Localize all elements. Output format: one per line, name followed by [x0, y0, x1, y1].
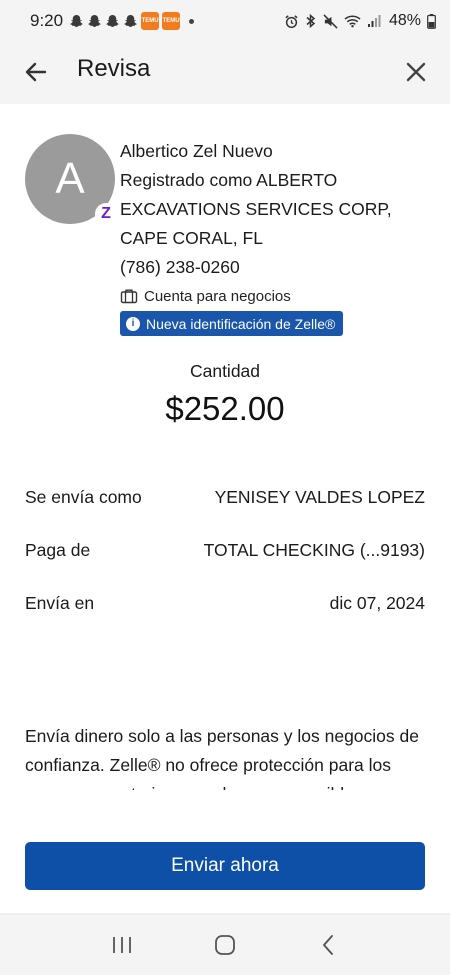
system-navigation-bar [0, 915, 450, 975]
recipient-name: Albertico Zel Nuevo [120, 141, 273, 161]
disclaimer-text: Envía dinero solo a las personas y los n… [25, 726, 419, 790]
alarm-icon [285, 14, 298, 28]
business-account-label: Cuenta para negocios [144, 287, 291, 305]
snapchat-icon [124, 14, 137, 27]
mute-icon [323, 13, 338, 29]
notification-icons: TEMU TEMU [69, 12, 195, 30]
recent-apps-icon [112, 937, 131, 953]
battery-icon [427, 13, 436, 29]
temu-icon: TEMU [141, 12, 160, 30]
detail-row-send-as: Se envía como YENISEY VALDES LOPEZ [25, 487, 425, 508]
system-status-icons: 48% [284, 12, 436, 30]
detail-label: Se envía como [25, 487, 142, 507]
home-icon [215, 935, 235, 955]
detail-value: TOTAL CHECKING (...9193) [203, 540, 425, 560]
snapchat-icon [70, 14, 83, 27]
amount-value: $252.00 [165, 390, 285, 427]
registered-as-line-1: Registrado como ALBERTO [120, 170, 338, 190]
status-bar: 9:20 TEMU TEMU 48% [0, 0, 450, 42]
registered-as-line-2: EXCAVATIONS SERVICES CORP, [120, 199, 392, 219]
amount-label: Cantidad [189, 361, 261, 381]
bluetooth-icon [306, 13, 316, 29]
back-arrow-icon[interactable] [22, 58, 50, 86]
chevron-left-icon [323, 935, 334, 955]
detail-value: YENISEY VALDES LOPEZ [214, 487, 425, 507]
system-back-button[interactable] [313, 930, 343, 960]
snapchat-icon [88, 14, 101, 27]
new-zelle-id-badge: i Nueva identificación de Zelle® [120, 311, 344, 336]
recipient-info: Albertico Zel Nuevo Registrado como ALBE… [120, 137, 430, 336]
zelle-badge-icon: Z [95, 203, 117, 225]
detail-row-pay-from: Paga de TOTAL CHECKING (...9193) [25, 540, 425, 561]
recipient-phone: (786) 238-0260 [120, 257, 240, 277]
battery-percentage: 48% [388, 12, 421, 29]
snapchat-icon [106, 14, 119, 27]
send-now-button[interactable]: Enviar ahora [25, 842, 425, 890]
page-title: Revisa [77, 55, 151, 82]
new-zelle-id-label: Nueva identificación de Zelle® [146, 315, 336, 332]
detail-label: Envía en [25, 593, 95, 613]
wifi-icon [344, 15, 361, 28]
info-icon: i [126, 316, 140, 331]
close-icon[interactable] [402, 58, 430, 86]
briefcase-icon [120, 289, 138, 304]
detail-value: dic 07, 2024 [329, 593, 425, 613]
business-account-row: Cuenta para negocios [120, 284, 430, 308]
detail-row-send-on: Envía en dic 07, 2024 [25, 593, 425, 614]
recipient-location: CAPE CORAL, FL [120, 228, 263, 248]
status-time: 9:20 [30, 11, 64, 30]
signal-icon [367, 15, 381, 27]
more-notifications-dot-icon [189, 18, 195, 24]
home-button[interactable] [210, 930, 240, 960]
app-header: Revisa [0, 42, 450, 104]
recent-apps-button[interactable] [107, 930, 137, 960]
temu-icon: TEMU [162, 12, 181, 30]
detail-label: Paga de [25, 540, 91, 560]
